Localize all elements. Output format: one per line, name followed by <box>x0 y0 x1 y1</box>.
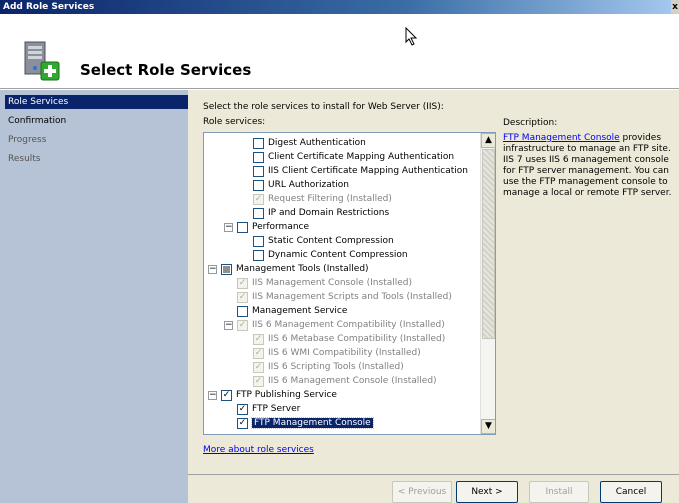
close-icon[interactable]: x <box>671 0 679 14</box>
tree-item[interactable]: ✓ FTP Management Console <box>237 416 374 430</box>
tree-item[interactable]: ✓ IIS 6 Metabase Compatibility (Installed… <box>253 332 445 346</box>
tree-item[interactable]: ✓ IIS 6 Scripting Tools (Installed) <box>253 360 404 374</box>
tree-item-label: Digest Authentication <box>268 138 366 148</box>
checkbox[interactable] <box>221 263 232 275</box>
tree-item-label: Static Content Compression <box>268 236 394 246</box>
tree-item[interactable]: ✓ IIS 6 WMI Compatibility (Installed) <box>253 346 421 360</box>
collapse-icon[interactable]: − <box>224 320 233 330</box>
tree-item[interactable]: − ✓ FTP Publishing Service <box>208 388 337 402</box>
tree-item-label: FTP Server <box>252 404 301 414</box>
footer-divider <box>188 474 679 475</box>
role-services-tree[interactable]: Digest Authentication Client Certificate … <box>203 132 496 435</box>
description-link[interactable]: FTP Management Console <box>503 133 620 143</box>
nav-item-results: Results <box>8 154 41 164</box>
tree-item-label: IIS 6 Scripting Tools (Installed) <box>268 362 404 372</box>
tree-item-label: Request Filtering (Installed) <box>268 194 392 204</box>
checkbox: ✓ <box>253 361 264 373</box>
mouse-cursor-icon <box>405 27 418 46</box>
description-body: FTP Management Console provides infrastr… <box>503 133 673 199</box>
wizard-nav: Role Services Confirmation Progress Resu… <box>0 90 188 503</box>
checkbox: ✓ <box>253 333 264 345</box>
tree-items: Digest Authentication Client Certificate … <box>204 133 481 434</box>
tree-item[interactable]: − Management Tools (Installed) <box>208 262 369 276</box>
scroll-down-icon[interactable]: ▼ <box>481 419 495 434</box>
tree-item[interactable]: Client Certificate Mapping Authenticatio… <box>253 150 454 164</box>
tree-item[interactable]: ✓ IIS 6 Management Console (Installed) <box>253 374 437 388</box>
cancel-button[interactable]: Cancel <box>600 481 662 503</box>
tree-item[interactable]: ✓ IIS Management Scripts and Tools (Insta… <box>237 290 452 304</box>
collapse-icon[interactable]: − <box>208 390 217 400</box>
checkbox: ✓ <box>253 193 264 205</box>
scroll-up-icon[interactable]: ▲ <box>481 133 495 148</box>
tree-item-label: Performance <box>252 222 310 232</box>
header: Select Role Services <box>0 14 679 89</box>
tree-item-label: Client Certificate Mapping Authenticatio… <box>268 152 455 162</box>
checkbox: ✓ <box>253 347 264 359</box>
checkbox: ✓ <box>237 291 248 303</box>
collapse-icon[interactable]: − <box>224 222 233 232</box>
tree-item-label: IIS Management Console (Installed) <box>252 278 412 288</box>
tree-item[interactable]: Dynamic Content Compression <box>253 248 408 262</box>
checkbox[interactable] <box>253 179 264 191</box>
tree-item-label: URL Authorization <box>268 180 349 190</box>
tree-item[interactable]: IIS Client Certificate Mapping Authentic… <box>253 164 468 178</box>
role-services-label: Role services: <box>203 117 266 127</box>
tree-item[interactable]: URL Authorization <box>253 178 349 192</box>
window-title: Add Role Services <box>3 2 95 12</box>
tree-item-label: IP and Domain Restrictions <box>268 208 390 218</box>
tree-item-label: IIS 6 WMI Compatibility (Installed) <box>268 348 421 358</box>
tree-item[interactable]: ✓ FTP Server <box>237 402 300 416</box>
nav-item-progress: Progress <box>8 135 47 145</box>
checkbox[interactable] <box>253 165 264 177</box>
scroll-thumb[interactable] <box>482 149 495 339</box>
tree-item-label: Management Service <box>252 306 348 316</box>
intro-text: Select the role services to install for … <box>203 102 444 112</box>
nav-item-confirmation[interactable]: Confirmation <box>5 114 188 128</box>
nav-item-role-services[interactable]: Role Services <box>5 95 188 109</box>
checkbox[interactable] <box>253 235 264 247</box>
tree-item-label: Dynamic Content Compression <box>268 250 408 260</box>
tree-item-label: IIS 6 Management Compatibility (Installe… <box>252 320 445 330</box>
checkbox[interactable]: ✓ <box>237 403 248 415</box>
checkbox: ✓ <box>253 375 264 387</box>
next-button[interactable]: Next > <box>456 481 518 503</box>
tree-item[interactable]: IP and Domain Restrictions <box>253 206 389 220</box>
tree-item-label: IIS 6 Management Console (Installed) <box>268 376 437 386</box>
tree-item[interactable]: ✓ Request Filtering (Installed) <box>253 192 392 206</box>
server-add-icon <box>24 41 60 81</box>
tree-item[interactable]: ✓ IIS Management Console (Installed) <box>237 276 412 290</box>
tree-item[interactable]: Digest Authentication <box>253 136 366 150</box>
tree-item-label: IIS Client Certificate Mapping Authentic… <box>268 166 468 176</box>
collapse-icon[interactable]: − <box>208 264 217 274</box>
previous-button[interactable]: < Previous <box>392 481 452 503</box>
tree-item-label: IIS Management Scripts and Tools (Instal… <box>252 292 452 302</box>
checkbox: ✓ <box>237 277 248 289</box>
tree-item-label: IIS 6 Metabase Compatibility (Installed) <box>268 334 446 344</box>
checkbox[interactable]: ✓ <box>237 417 248 429</box>
checkbox[interactable] <box>253 249 264 261</box>
install-button[interactable]: Install <box>529 481 589 503</box>
main-content: Select the role services to install for … <box>188 90 679 503</box>
checkbox[interactable] <box>253 151 264 163</box>
tree-scrollbar[interactable]: ▲ ▼ <box>480 133 495 434</box>
checkbox[interactable] <box>253 137 264 149</box>
more-about-role-services-link[interactable]: More about role services <box>203 445 314 455</box>
tree-item[interactable]: Management Service <box>237 304 347 318</box>
description-title: Description: <box>503 118 558 128</box>
title-bar: Add Role Services x <box>0 0 679 14</box>
tree-item-label: Management Tools (Installed) <box>236 264 369 274</box>
checkbox[interactable] <box>253 207 264 219</box>
tree-item[interactable]: − ✓ IIS 6 Management Compatibility (Instal… <box>224 318 445 332</box>
checkbox[interactable]: ✓ <box>221 389 232 401</box>
checkbox[interactable] <box>237 305 248 317</box>
page-title: Select Role Services <box>80 61 252 79</box>
tree-item-label: FTP Management Console <box>251 417 374 429</box>
checkbox[interactable] <box>237 221 248 233</box>
tree-item-label: FTP Publishing Service <box>236 390 337 400</box>
tree-item[interactable]: − Performance <box>224 220 309 234</box>
tree-item[interactable]: Static Content Compression <box>253 234 394 248</box>
checkbox: ✓ <box>237 319 248 331</box>
